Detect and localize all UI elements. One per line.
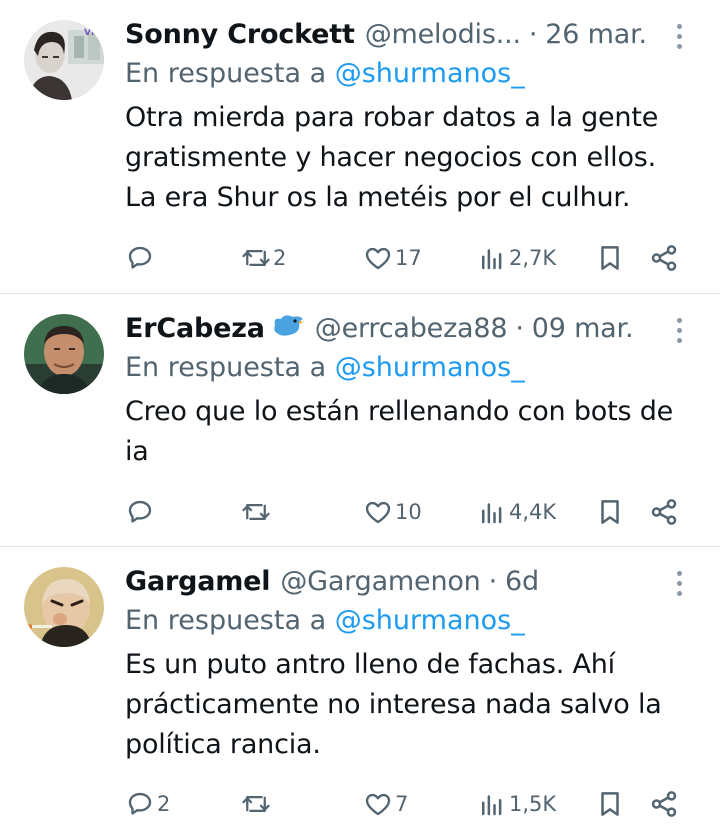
tweet-text: Creo que lo están rellenando con bots de… — [125, 392, 700, 472]
reply-prefix: En respuesta a — [125, 605, 327, 636]
tweet-header: Gargamel @Gargamenon · 6d — [125, 561, 700, 601]
tweet-actions: 2 17 2,7K — [125, 238, 720, 278]
tweet-text-line: Es un puto antro lleno de fachas. Ahí — [125, 649, 615, 680]
bookmark-icon — [601, 792, 619, 816]
like-button[interactable]: 17 — [363, 238, 422, 278]
user-handle[interactable]: @errcabeza88 — [315, 313, 508, 344]
tweet-text-line: prácticamente no interesa nada salvo la — [125, 689, 662, 720]
reply-mention-link[interactable]: @shurmanos_ — [335, 605, 525, 636]
share-button[interactable] — [649, 784, 679, 824]
tweet-actions: 2 7 1,5K — [125, 784, 720, 824]
reply-mention-link[interactable]: @shurmanos_ — [335, 58, 525, 89]
retweet-icon — [242, 250, 270, 266]
avatar[interactable]: VI — [24, 20, 104, 100]
share-button[interactable] — [649, 238, 679, 278]
tweet-text-line: gratismente y hacer negocios con ellos. — [125, 142, 657, 173]
svg-text:VI: VI — [84, 28, 94, 38]
display-name[interactable]: Gargamel — [125, 566, 271, 597]
retweet-button[interactable]: 2 — [241, 238, 286, 278]
reply-button[interactable]: 2 — [125, 784, 170, 824]
avatar[interactable] — [24, 567, 104, 647]
retweet-button[interactable] — [241, 492, 273, 532]
tweet-text-line: ia — [125, 436, 149, 467]
more-options-icon[interactable] — [674, 318, 684, 348]
analytics-icon — [482, 249, 502, 270]
tweet-header: ErCabeza @errcabeza88 · 09 mar. — [125, 308, 700, 348]
more-options-icon[interactable] — [674, 24, 684, 54]
tweet-date[interactable]: 6d — [505, 566, 539, 597]
tweet-header: Sonny Crockett @melodis... · 26 mar. — [125, 14, 700, 54]
share-button[interactable] — [649, 492, 679, 532]
tweet-text: Es un puto antro lleno de fachas. Ahí pr… — [125, 645, 700, 765]
like-count: 17 — [395, 246, 422, 270]
tweet[interactable]: VI Sonny Crockett @melodis... · 26 mar. … — [0, 0, 720, 294]
heart-icon — [365, 793, 391, 816]
display-name[interactable]: ErCabeza — [125, 313, 265, 344]
avatar[interactable] — [24, 314, 104, 394]
tweet-text-line: Creo que lo están rellenando con bots de — [125, 396, 674, 427]
view-count: 4,4K — [509, 500, 557, 524]
reply-context: En respuesta a @shurmanos_ — [125, 54, 700, 94]
reply-count: 2 — [157, 792, 171, 816]
reply-button[interactable] — [125, 238, 157, 278]
tweet-date[interactable]: 09 mar. — [532, 313, 634, 344]
reply-context: En respuesta a @shurmanos_ — [125, 348, 700, 388]
tweet-date[interactable]: 26 mar. — [545, 19, 647, 50]
view-count: 1,5K — [509, 792, 557, 816]
reply-prefix: En respuesta a — [125, 58, 327, 89]
like-button[interactable]: 7 — [363, 784, 408, 824]
analytics-icon — [482, 503, 502, 524]
like-button[interactable]: 10 — [363, 492, 422, 532]
separator: · — [515, 312, 524, 344]
bookmark-icon — [601, 500, 619, 524]
views-button[interactable]: 2,7K — [477, 238, 556, 278]
like-count: 10 — [395, 500, 422, 524]
view-count: 2,7K — [509, 246, 557, 270]
analytics-icon — [482, 795, 502, 816]
views-button[interactable]: 1,5K — [477, 784, 556, 824]
more-options-icon[interactable] — [674, 571, 684, 601]
retweet-icon — [242, 504, 270, 520]
reply-prefix: En respuesta a — [125, 352, 327, 383]
tweet-text: Otra mierda para robar datos a la gente … — [125, 98, 700, 218]
reply-icon — [128, 500, 152, 523]
reply-icon — [128, 246, 152, 269]
like-count: 7 — [395, 792, 409, 816]
retweet-count: 2 — [273, 246, 287, 270]
user-handle[interactable]: @melodis... — [365, 19, 521, 50]
bookmark-button[interactable] — [595, 784, 625, 824]
heart-icon — [365, 247, 391, 270]
share-icon — [651, 791, 677, 817]
reply-icon — [128, 792, 152, 815]
bookmark-icon — [601, 246, 619, 270]
reply-context: En respuesta a @shurmanos_ — [125, 601, 700, 641]
bookmark-button[interactable] — [595, 238, 625, 278]
retweet-button[interactable] — [241, 784, 273, 824]
tweet-actions: 10 4,4K — [125, 492, 720, 532]
retweet-icon — [242, 796, 270, 812]
tweet[interactable]: ErCabeza @errcabeza88 · 09 mar. En respu… — [0, 294, 720, 547]
display-name[interactable]: Sonny Crockett — [125, 19, 355, 50]
tweet[interactable]: Gargamel @Gargamenon · 6d En respuesta a… — [0, 547, 720, 833]
reply-mention-link[interactable]: @shurmanos_ — [335, 352, 525, 383]
tweet-text-line: La era Shur os la metéis por el culhur. — [125, 182, 631, 213]
share-icon — [651, 245, 677, 271]
reply-button[interactable] — [125, 492, 157, 532]
heart-icon — [365, 501, 391, 524]
separator: · — [528, 18, 538, 50]
share-icon — [651, 499, 677, 525]
views-button[interactable]: 4,4K — [477, 492, 556, 532]
separator: · — [488, 565, 498, 597]
tweet-text-line: política rancia. — [125, 729, 321, 760]
bird-emoji-icon — [271, 311, 305, 346]
bookmark-button[interactable] — [595, 492, 625, 532]
tweet-text-line: Otra mierda para robar datos a la gente — [125, 102, 659, 133]
user-handle[interactable]: @Gargamenon — [280, 566, 480, 597]
